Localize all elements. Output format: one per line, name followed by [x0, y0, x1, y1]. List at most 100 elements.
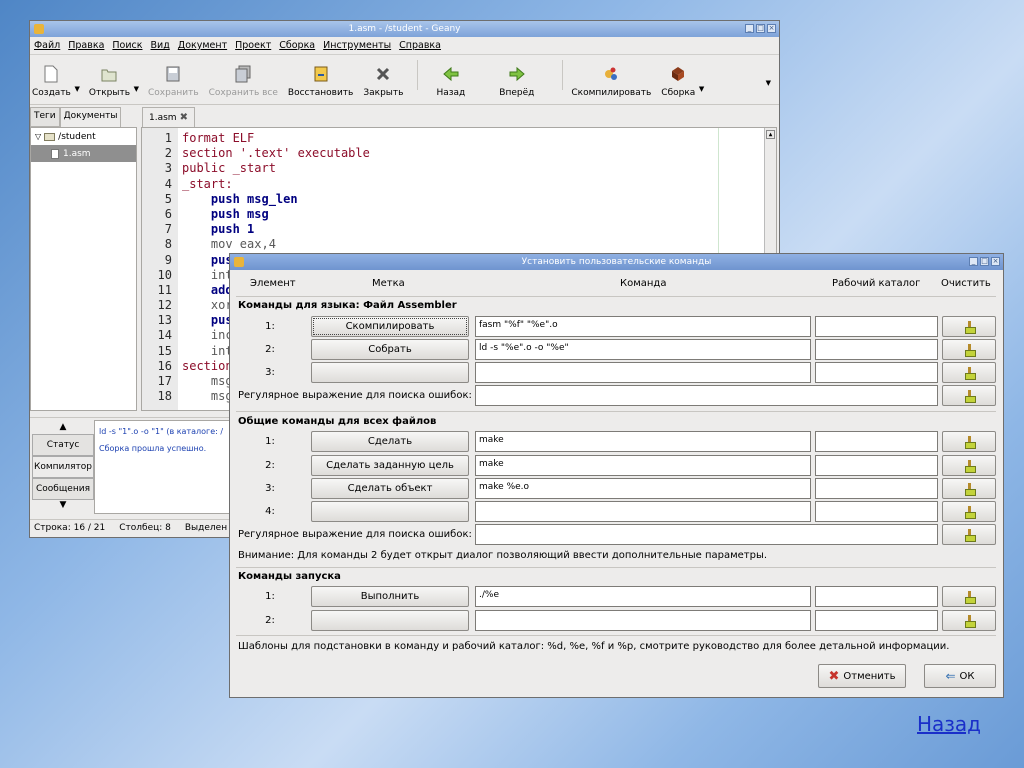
line-number: 14 — [157, 328, 172, 343]
tree-folder[interactable]: ▽ /student — [31, 128, 136, 145]
geany-titlebar[interactable]: 1.asm - /student - Geany _ □ × — [30, 21, 779, 37]
label-button-link[interactable]: Собрать — [311, 339, 469, 360]
workdir-input[interactable] — [815, 362, 938, 383]
close-icon[interactable]: × — [767, 24, 776, 33]
command-input[interactable]: ./%e — [475, 586, 811, 607]
menu-project[interactable]: Проект — [235, 40, 271, 51]
label-button-empty[interactable] — [311, 610, 469, 631]
maximize-icon[interactable]: □ — [980, 257, 989, 266]
menu-build[interactable]: Сборка — [279, 40, 315, 51]
menu-file[interactable]: Файл — [34, 40, 60, 51]
ok-button[interactable]: ⇐ ОК — [924, 664, 996, 688]
clear-button[interactable] — [942, 478, 996, 499]
clear-button[interactable] — [942, 362, 996, 383]
clear-button[interactable] — [942, 586, 996, 607]
workdir-input[interactable] — [815, 431, 938, 452]
label-button-make[interactable]: Сделать — [311, 431, 469, 452]
command-input[interactable]: make — [475, 455, 811, 476]
header-clear: Очистить — [941, 278, 991, 289]
tab-compiler[interactable]: Компилятор — [32, 456, 94, 478]
command-input[interactable]: fasm "%f" "%e".o — [475, 316, 811, 337]
separator — [236, 411, 996, 412]
clear-button[interactable] — [942, 610, 996, 631]
build-button[interactable]: Сборка ▼ — [661, 65, 704, 98]
broom-icon — [964, 390, 976, 403]
forward-button[interactable]: Вперёд — [499, 65, 534, 98]
close-button[interactable]: Закрыть — [363, 65, 403, 98]
chevron-down-icon[interactable]: ▼ — [699, 85, 704, 93]
ok-icon: ⇐ — [945, 669, 956, 683]
clear-button[interactable] — [942, 455, 996, 476]
workdir-input[interactable] — [815, 478, 938, 499]
clear-button[interactable] — [942, 431, 996, 452]
scroll-up-icon[interactable]: ▲ — [766, 130, 775, 139]
cancel-button[interactable]: ✖ Отменить — [818, 664, 906, 688]
clear-button[interactable] — [942, 501, 996, 522]
dialog-titlebar[interactable]: Установить пользовательские команды _ □ … — [230, 254, 1003, 270]
clear-button[interactable] — [942, 524, 996, 545]
command-input[interactable]: make — [475, 431, 811, 452]
minimize-icon[interactable]: _ — [745, 24, 754, 33]
open-button[interactable]: Открыть ▼ — [89, 65, 139, 98]
command-input[interactable]: ld -s "%e".o -o "%e" — [475, 339, 811, 360]
label-button-empty[interactable] — [311, 362, 469, 383]
close-tab-icon[interactable]: ✖ — [180, 112, 188, 123]
tab-tags[interactable]: Теги — [30, 107, 60, 127]
tab-messages[interactable]: Сообщения — [32, 478, 94, 500]
line-number: 12 — [157, 298, 172, 313]
clear-button[interactable] — [942, 339, 996, 360]
code-line: push msg_len — [182, 191, 298, 206]
tab-documents[interactable]: Документы — [59, 107, 122, 127]
menu-help[interactable]: Справка — [399, 40, 441, 51]
label-button-execute[interactable]: Выполнить — [311, 586, 469, 607]
minimize-icon[interactable]: _ — [969, 257, 978, 266]
expander-icon[interactable]: ▽ — [35, 132, 41, 141]
workdir-input[interactable] — [815, 610, 938, 631]
command-input[interactable] — [475, 501, 811, 522]
label-button-make-target[interactable]: Сделать заданную цель — [311, 455, 469, 476]
tab-scroll-up-icon[interactable]: ▲ — [32, 422, 94, 434]
regex-input[interactable] — [475, 524, 938, 545]
label-button-empty[interactable] — [311, 501, 469, 522]
command-input[interactable] — [475, 362, 811, 383]
tab-status[interactable]: Статус — [32, 434, 94, 456]
line-number: 16 — [157, 358, 172, 373]
workdir-input[interactable] — [815, 316, 938, 337]
back-button[interactable]: Назад — [436, 65, 465, 98]
regex-input[interactable] — [475, 385, 938, 406]
command-input[interactable] — [475, 610, 811, 631]
save-all-button[interactable]: Сохранить все — [209, 65, 278, 98]
workdir-input[interactable] — [815, 455, 938, 476]
back-link[interactable]: Назад — [917, 712, 981, 736]
menu-tools[interactable]: Инструменты — [323, 40, 391, 51]
document-tab[interactable]: 1.asm ✖ — [142, 107, 195, 127]
workdir-input[interactable] — [815, 586, 938, 607]
status-selection: Выделен — [184, 523, 228, 533]
save-button[interactable]: Сохранить — [148, 65, 199, 98]
row-index: 2: — [265, 344, 275, 355]
workdir-input[interactable] — [815, 501, 938, 522]
broom-icon — [964, 460, 976, 473]
tree-file[interactable]: 1.asm — [31, 145, 136, 162]
close-icon[interactable]: × — [991, 257, 1000, 266]
menu-document[interactable]: Документ — [178, 40, 227, 51]
create-button[interactable]: Создать ▼ — [32, 65, 80, 98]
chevron-down-icon[interactable]: ▼ — [134, 85, 139, 93]
command-input[interactable]: make %e.o — [475, 478, 811, 499]
menu-edit[interactable]: Правка — [68, 40, 104, 51]
revert-button[interactable]: Восстановить — [288, 65, 353, 98]
chevron-down-icon[interactable]: ▼ — [74, 85, 79, 93]
tab-scroll-down-icon[interactable]: ▼ — [32, 500, 94, 512]
workdir-input[interactable] — [815, 339, 938, 360]
label-button-compile[interactable]: Скомпилировать — [311, 316, 469, 337]
clear-button[interactable] — [942, 385, 996, 406]
menu-view[interactable]: Вид — [151, 40, 170, 51]
label-button-make-object[interactable]: Сделать объект — [311, 478, 469, 499]
toolbar-overflow-icon[interactable]: ▼ — [766, 79, 771, 87]
broom-icon — [964, 321, 976, 334]
menu-search[interactable]: Поиск — [112, 40, 142, 51]
broom-icon — [964, 615, 976, 628]
maximize-icon[interactable]: □ — [756, 24, 765, 33]
compile-button[interactable]: Скомпилировать — [571, 65, 651, 98]
clear-button[interactable] — [942, 316, 996, 337]
